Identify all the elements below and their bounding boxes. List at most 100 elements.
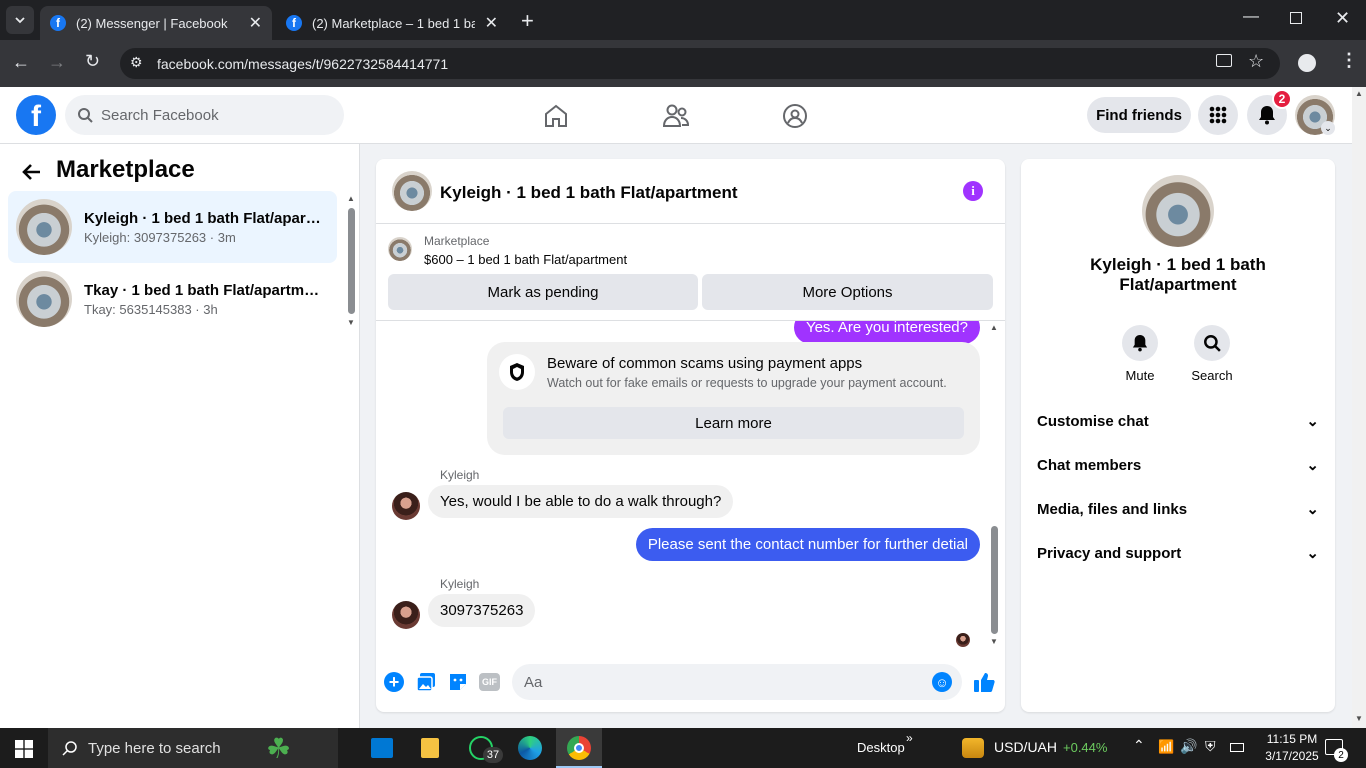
chat-title[interactable]: Kyleigh · 1 bed 1 bath Flat/apartment: [440, 183, 738, 203]
back-arrow-icon[interactable]: ←: [12, 52, 30, 73]
section-label: Privacy and support: [1037, 544, 1182, 562]
conversation-text: Kyleigh · 1 bed 1 bath Flat/apartment Ky…: [84, 210, 324, 245]
taskbar-search-box[interactable]: Type here to search ☘: [48, 728, 338, 768]
sticker-icon[interactable]: [448, 672, 468, 692]
chevron-right-icon[interactable]: »: [906, 731, 913, 745]
shield-tray-icon[interactable]: ⛨: [1205, 738, 1216, 755]
browser-menu-icon[interactable]: ⋮: [1340, 50, 1358, 71]
scrollbar-thumb[interactable]: [348, 208, 355, 314]
sender-avatar[interactable]: [392, 492, 420, 520]
section-customise-chat[interactable]: Customise chat ⌄: [1037, 401, 1319, 441]
profile-icon[interactable]: [1298, 54, 1316, 72]
chat-avatar[interactable]: [392, 171, 432, 211]
friends-icon[interactable]: [662, 103, 690, 129]
minimize-window-icon[interactable]: —: [1243, 8, 1259, 26]
network-icon[interactable]: 📶: [1158, 739, 1174, 755]
conversation-item[interactable]: Kyleigh · 1 bed 1 bath Flat/apartment Ky…: [8, 191, 337, 263]
restore-window-icon[interactable]: [1290, 12, 1302, 24]
gif-icon[interactable]: GIF: [479, 673, 500, 691]
tab-search-button[interactable]: [6, 6, 34, 34]
mute-button[interactable]: Mute: [1120, 325, 1160, 383]
attach-photo-icon[interactable]: [416, 672, 436, 692]
close-window-icon[interactable]: ✕: [1335, 8, 1350, 29]
battery-icon[interactable]: [1230, 743, 1244, 752]
install-app-icon[interactable]: [1216, 54, 1232, 67]
section-privacy-support[interactable]: Privacy and support ⌄: [1037, 533, 1319, 573]
facebook-search-input[interactable]: Search Facebook: [65, 95, 344, 135]
file-explorer-icon[interactable]: [421, 738, 439, 758]
learn-more-button[interactable]: Learn more: [503, 407, 964, 439]
home-icon[interactable]: [543, 103, 569, 129]
edge-browser-icon[interactable]: [518, 736, 542, 760]
close-tab-icon[interactable]: ✕: [485, 13, 498, 33]
conversation-preview: Tkay: 5635145383 · 3h: [84, 301, 218, 317]
find-friends-button[interactable]: Find friends: [1087, 97, 1191, 133]
listing-thumbnail[interactable]: [388, 237, 412, 261]
volume-icon[interactable]: 🔊: [1180, 738, 1197, 755]
profile-avatar[interactable]: [1142, 175, 1214, 247]
conversation-item[interactable]: Tkay · 1 bed 1 bath Flat/apartment Tkay:…: [8, 263, 337, 335]
clock-date[interactable]: 3/17/2025: [1255, 749, 1329, 763]
browser-tab-marketplace[interactable]: f (2) Marketplace – 1 bed 1 bath F ✕: [276, 6, 508, 40]
scroll-up-icon[interactable]: ▲: [990, 323, 998, 332]
listing-summary[interactable]: $600 – 1 bed 1 bath Flat/apartment: [424, 252, 627, 267]
message-bubble-incoming[interactable]: Yes, would I be able to do a walk throug…: [428, 485, 734, 518]
thumbs-up-icon[interactable]: [973, 671, 995, 693]
back-arrow-icon[interactable]: [22, 162, 42, 182]
scrollbar-thumb[interactable]: [991, 526, 998, 634]
section-media-files-links[interactable]: Media, files and links ⌄: [1037, 489, 1319, 529]
message-sender: Kyleigh: [440, 577, 480, 591]
close-tab-icon[interactable]: ✕: [249, 13, 262, 33]
store-app-icon[interactable]: [371, 738, 393, 758]
clock-time[interactable]: 11:15 PM: [1261, 732, 1323, 746]
chevron-up-icon[interactable]: ⌃: [1133, 737, 1145, 754]
windows-start-icon[interactable]: [15, 740, 33, 758]
mark-as-pending-button[interactable]: Mark as pending: [388, 274, 698, 310]
conversation-name: Tkay · 1 bed 1 bath Flat/apartment: [84, 281, 324, 299]
emoji-icon[interactable]: ☺: [932, 672, 952, 692]
scroll-down-icon[interactable]: ▼: [347, 318, 355, 327]
scroll-up-icon[interactable]: ▲: [347, 194, 355, 203]
section-label: Chat members: [1037, 456, 1142, 474]
forward-arrow-icon[interactable]: →: [48, 52, 66, 73]
info-icon[interactable]: i: [963, 181, 983, 201]
conversation-list-scrollbar[interactable]: ▲ ▼: [346, 194, 356, 330]
browser-tab-messenger[interactable]: f (2) Messenger | Facebook ✕: [40, 6, 272, 40]
account-chevron-icon[interactable]: ⌄: [1321, 121, 1335, 135]
scroll-up-icon[interactable]: ▲: [1355, 89, 1363, 98]
ticker-symbol[interactable]: USD/UAH: [994, 739, 1057, 755]
thread-scrollbar[interactable]: ▲ ▼: [989, 321, 1001, 651]
message-bubble-outgoing[interactable]: Please sent the contact number for furth…: [635, 528, 980, 561]
search-chat-button[interactable]: Search: [1187, 325, 1237, 383]
chrome-active-bg[interactable]: [556, 728, 602, 768]
message-thread[interactable]: Yes. Are you interested? Beware of commo…: [376, 321, 1005, 651]
sender-avatar[interactable]: [392, 601, 420, 629]
message-bubble-incoming[interactable]: 3097375263: [428, 594, 536, 627]
find-friends-label: Find friends: [1096, 106, 1182, 124]
groups-icon[interactable]: [782, 103, 808, 129]
profile-name: Kyleigh · 1 bed 1 bath Flat/apartment: [1090, 255, 1266, 294]
reload-icon[interactable]: ↻: [85, 51, 100, 72]
address-bar[interactable]: ⚙ facebook.com/messages/t/96227325844147…: [120, 48, 1280, 79]
bookmark-star-icon[interactable]: ☆: [1248, 51, 1264, 72]
message-text: Yes. Are you interested?: [805, 321, 968, 336]
site-settings-icon[interactable]: ⚙: [130, 54, 143, 71]
more-options-button[interactable]: More Options: [702, 274, 993, 310]
facebook-logo-icon[interactable]: f: [16, 95, 56, 135]
bell-icon: [1259, 106, 1275, 125]
section-label: Media, files and links: [1037, 500, 1188, 518]
scroll-down-icon[interactable]: ▼: [990, 637, 998, 646]
more-actions-icon[interactable]: +: [384, 672, 404, 692]
page-scrollbar[interactable]: ▲ ▼: [1352, 87, 1366, 728]
message-input[interactable]: Aa ☺: [512, 664, 962, 700]
seen-receipt-avatar: [956, 633, 970, 647]
search-label: Search: [1191, 368, 1233, 383]
section-chat-members[interactable]: Chat members ⌄: [1037, 445, 1319, 485]
taskbar-search-placeholder: Type here to search: [88, 739, 221, 757]
menu-button[interactable]: [1198, 95, 1238, 135]
scroll-down-icon[interactable]: ▼: [1355, 714, 1363, 723]
desktop-toolbar-label[interactable]: Desktop: [857, 740, 905, 755]
message-text: Yes, would I be able to do a walk throug…: [440, 493, 722, 510]
new-tab-icon[interactable]: +: [521, 8, 534, 34]
message-bubble-outgoing[interactable]: Yes. Are you interested?: [793, 321, 980, 344]
